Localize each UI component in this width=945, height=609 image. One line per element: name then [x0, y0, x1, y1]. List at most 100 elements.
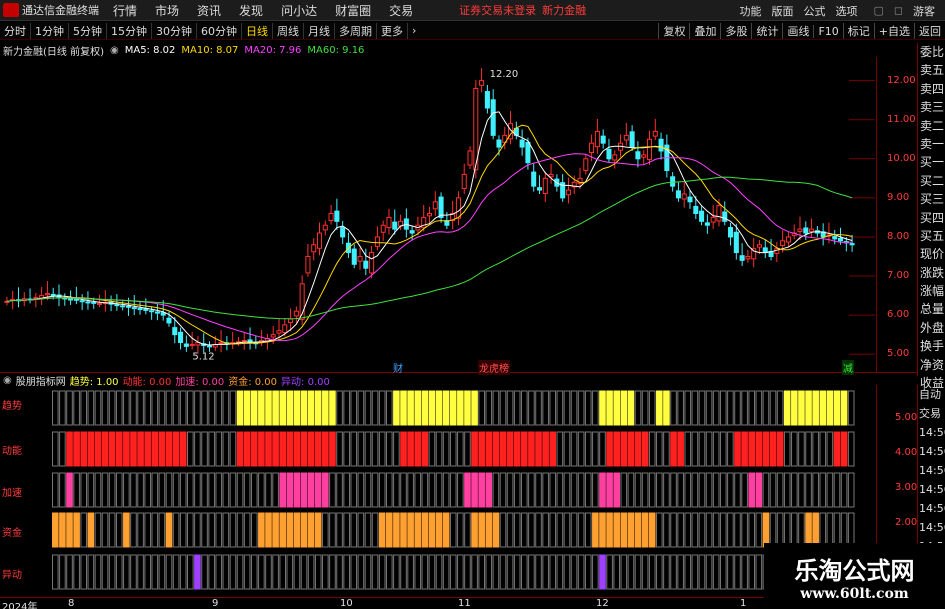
- indicator-bar: [748, 472, 756, 508]
- candle-body: [91, 301, 97, 304]
- indicator-bar: [428, 472, 436, 508]
- tool-tongji[interactable]: 统计: [751, 23, 782, 39]
- menu-caifuquan[interactable]: 财富圈: [335, 2, 371, 19]
- candle-body: [189, 343, 195, 347]
- indicator-bar: [449, 512, 457, 548]
- indicator-bar: [343, 472, 350, 508]
- indicator-bar: [791, 390, 798, 426]
- candle-body: [809, 228, 815, 232]
- indicator-bar: [385, 390, 393, 426]
- row-label-fund: 资金: [2, 528, 22, 539]
- login-notice[interactable]: 证券交易未登录: [459, 2, 536, 18]
- indicator-bar: [229, 512, 237, 548]
- menu-shichang[interactable]: 市场: [155, 2, 179, 19]
- indicator-bar: [59, 472, 66, 508]
- indicator-bar: [627, 390, 635, 426]
- indicator-bar: [421, 512, 429, 548]
- indicator-bar: [457, 554, 464, 590]
- tool-fuquan[interactable]: 复权: [658, 23, 689, 39]
- menu-banmian[interactable]: 版面: [771, 3, 793, 19]
- indicator-bar: [698, 554, 706, 590]
- tool-fanhui[interactable]: 返回: [914, 23, 945, 39]
- candle-body: [178, 331, 184, 343]
- period-more[interactable]: 更多: [377, 22, 408, 39]
- candlestick-chart[interactable]: 12.20 5.12: [0, 57, 875, 372]
- indicator-bar: [741, 512, 748, 548]
- indicator-bar: [52, 390, 59, 426]
- indicator-bar: [592, 512, 599, 548]
- ma10-value: MA10: 8.07: [181, 44, 239, 56]
- indicator-bar: [393, 390, 400, 426]
- tool-zixuan[interactable]: +自选: [873, 23, 914, 39]
- indicator-bar: [250, 512, 258, 548]
- indicator-bar: [783, 390, 791, 426]
- indicator-bar: [165, 431, 173, 467]
- menu-gongneng[interactable]: 功能: [739, 3, 761, 19]
- tool-diejia[interactable]: 叠加: [689, 23, 720, 39]
- indicator-bar: [336, 554, 343, 590]
- candle-body: [143, 308, 149, 311]
- menu-faxian[interactable]: 发现: [239, 2, 263, 19]
- tool-duogu[interactable]: 多股: [720, 23, 751, 39]
- period-30min[interactable]: 30分钟: [152, 22, 197, 39]
- menu-jiaoyi[interactable]: 交易: [389, 2, 413, 19]
- indicator-bar: [123, 554, 130, 590]
- quote-field-7: 买二: [920, 173, 945, 188]
- candle-body: [785, 236, 791, 243]
- period-multi[interactable]: 多周期: [335, 22, 377, 39]
- candle-body: [328, 213, 334, 222]
- indicator-bar: [357, 472, 365, 508]
- indicator-bar: [272, 431, 279, 467]
- menu-zixun[interactable]: 资讯: [197, 2, 221, 19]
- candle-body: [322, 224, 328, 231]
- indicator-bar: [705, 431, 713, 467]
- menu-xuanxiang[interactable]: 选项: [835, 3, 857, 19]
- period-5min[interactable]: 5分钟: [69, 22, 107, 39]
- period-weekly[interactable]: 周线: [273, 22, 304, 39]
- indicator-bar: [826, 431, 834, 467]
- period-monthly[interactable]: 月线: [304, 22, 335, 39]
- indicator-bar: [371, 431, 379, 467]
- indicator-chart[interactable]: [0, 385, 875, 597]
- indicator-bar: [833, 390, 841, 426]
- event-tag-jian[interactable]: 减: [842, 360, 854, 375]
- trade-field-0: 自动: [919, 388, 941, 401]
- minimize-icon[interactable]: ▢: [873, 4, 883, 17]
- menu-gongshi[interactable]: 公式: [803, 3, 825, 19]
- indicator-bar: [87, 472, 95, 508]
- indicator-bar: [336, 472, 343, 508]
- indicator-bar: [258, 512, 265, 548]
- indicator-bar: [471, 554, 478, 590]
- indicator-settings-icon[interactable]: ◉: [3, 375, 12, 386]
- period-60min[interactable]: 60分钟: [197, 22, 242, 39]
- period-1min[interactable]: 1分钟: [31, 22, 69, 39]
- indicator-bar: [499, 390, 507, 426]
- period-15min[interactable]: 15分钟: [107, 22, 152, 39]
- candle-body: [623, 134, 629, 141]
- event-tag-cai[interactable]: 财: [392, 360, 404, 375]
- tool-biaoji[interactable]: 标记: [842, 23, 874, 39]
- indicator-bar: [165, 472, 173, 508]
- candle-body: [455, 197, 461, 219]
- stock-name-link[interactable]: 新力金融: [542, 2, 586, 18]
- indicator-bar: [485, 472, 493, 508]
- period-fenshi[interactable]: 分时: [0, 22, 31, 39]
- event-tag-lhb[interactable]: 龙虎榜: [478, 360, 510, 375]
- indicator-bar: [805, 390, 812, 426]
- indicator-bar: [776, 472, 784, 508]
- indicator-bar: [478, 431, 485, 467]
- candle-body: [438, 196, 444, 218]
- menu-hangqing[interactable]: 行情: [113, 2, 137, 19]
- settings-icon[interactable]: ◉: [110, 45, 119, 56]
- maximize-icon[interactable]: ◻: [894, 4, 903, 17]
- tool-f10[interactable]: F10: [813, 24, 842, 38]
- tool-huaxian[interactable]: 画线: [782, 23, 813, 39]
- quote-field-1: 卖五: [920, 63, 945, 78]
- indicator-bar: [584, 472, 592, 508]
- indicator-bar: [634, 512, 642, 548]
- menu-youke[interactable]: 游客: [913, 3, 935, 19]
- chevron-right-icon[interactable]: ›: [408, 24, 420, 37]
- indicator-bar: [343, 431, 350, 467]
- period-daily[interactable]: 日线: [242, 22, 273, 39]
- menu-wenxiaoda[interactable]: 问小达: [281, 2, 317, 19]
